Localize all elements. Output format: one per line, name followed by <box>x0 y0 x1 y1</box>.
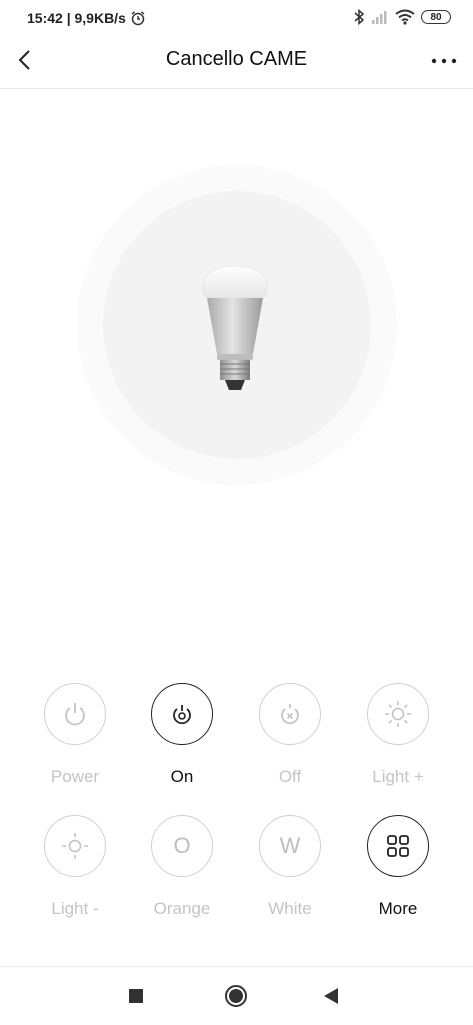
triangle-back-icon <box>324 988 338 1004</box>
light-plus-control[interactable]: Light + <box>348 683 448 787</box>
signal-icon <box>372 11 387 24</box>
square-icon <box>129 989 143 1003</box>
orange-control[interactable]: O Orange <box>132 815 232 919</box>
on-button[interactable] <box>151 683 213 745</box>
white-control[interactable]: W White <box>240 815 340 919</box>
off-button[interactable] <box>259 683 321 745</box>
light-minus-label: Light - <box>51 899 99 918</box>
orange-label: Orange <box>153 899 211 918</box>
light-plus-label: Light + <box>372 767 424 786</box>
on-control[interactable]: On <box>132 683 232 787</box>
light-bulb-image <box>202 265 268 390</box>
light-minus-control[interactable]: Light - <box>25 815 125 919</box>
grid-icon <box>387 835 409 857</box>
light-plus-button[interactable] <box>367 683 429 745</box>
status-time-speed: 15:42 | 9,9KB/s <box>27 10 126 26</box>
off-label: Off <box>278 767 302 786</box>
power-button[interactable] <box>44 683 106 745</box>
more-dots-icon <box>431 58 457 64</box>
more-options-button[interactable] <box>429 48 459 72</box>
page-title: Cancello CAME <box>165 48 308 70</box>
on-label: On <box>170 767 194 786</box>
more-label: More <box>378 899 418 918</box>
bluetooth-icon <box>354 9 365 25</box>
off-icon <box>281 704 299 725</box>
circle-home-icon <box>225 985 247 1007</box>
off-control[interactable]: Off <box>240 683 340 787</box>
more-button[interactable] <box>367 815 429 877</box>
white-label: White <box>268 899 312 918</box>
light-minus-button[interactable] <box>44 815 106 877</box>
power-label: Power <box>50 767 100 786</box>
wifi-icon <box>395 9 415 25</box>
power-icon <box>65 703 85 726</box>
white-button[interactable]: W <box>259 815 321 877</box>
system-nav-bar <box>0 966 473 1025</box>
power-control[interactable]: Power <box>25 683 125 787</box>
orange-button[interactable]: O <box>151 815 213 877</box>
sun-dim-icon <box>62 833 88 859</box>
app-header: Cancello CAME <box>0 36 473 89</box>
status-right: 80 <box>353 9 451 25</box>
white-glyph: W <box>279 833 301 858</box>
recents-button[interactable] <box>128 988 144 1009</box>
battery-indicator: 80 <box>421 10 451 24</box>
status-bar: 15:42 | 9,9KB/s 80 <box>0 0 473 36</box>
alarm-icon <box>131 11 145 26</box>
more-control[interactable]: More <box>348 815 448 919</box>
back-nav-button[interactable] <box>323 987 339 1010</box>
home-button[interactable] <box>224 984 248 1013</box>
status-left: 15:42 | 9,9KB/s <box>27 10 146 26</box>
on-icon <box>173 705 191 725</box>
orange-glyph: O <box>173 833 191 858</box>
sun-bright-icon <box>385 701 411 727</box>
